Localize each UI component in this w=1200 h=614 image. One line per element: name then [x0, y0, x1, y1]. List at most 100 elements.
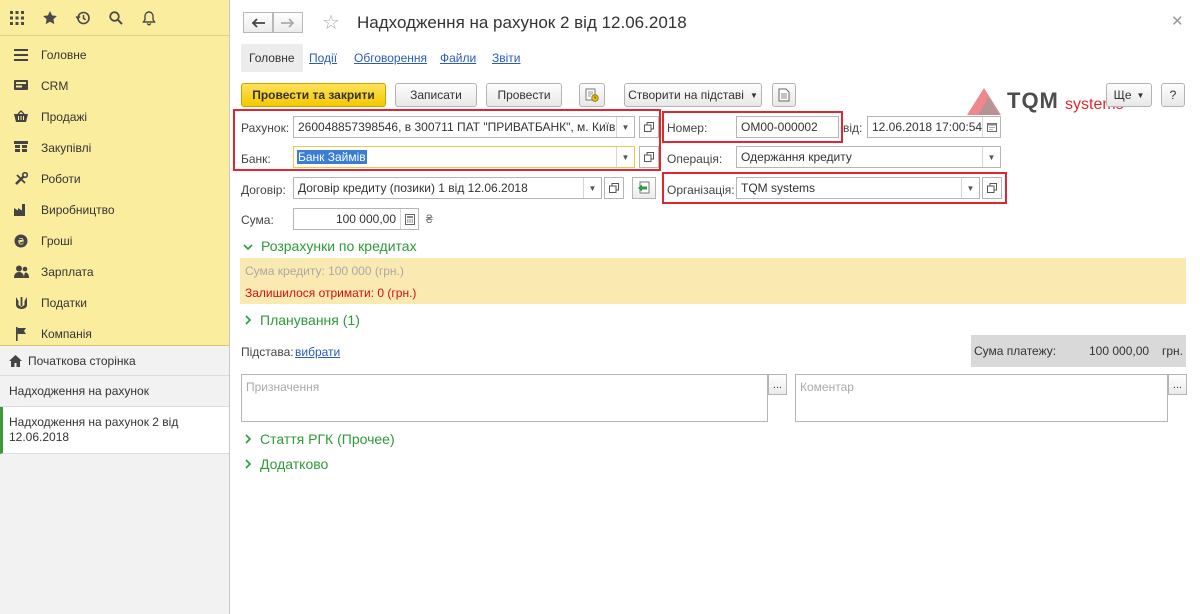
sidebar-item-crm[interactable]: CRM — [0, 70, 229, 101]
account-label: Рахунок: — [241, 121, 290, 135]
contract-field[interactable]: Договір кредиту (позики) 1 від 12.06.201… — [293, 177, 602, 199]
crm-icon — [13, 78, 29, 94]
sidebar-item-works[interactable]: Роботи — [0, 163, 229, 194]
open-window-icon — [644, 122, 654, 132]
chevron-right-icon — [245, 313, 252, 328]
tab-main[interactable]: Головне — [241, 44, 303, 72]
purpose-edit-button[interactable]: ... — [768, 374, 787, 395]
tools-icon — [13, 171, 29, 187]
payment-currency: грн. — [1162, 344, 1184, 358]
flag-icon — [13, 326, 29, 342]
sum-label: Сума: — [241, 213, 274, 227]
dropdown-arrow-icon: ▼ — [1136, 90, 1145, 100]
tab-files[interactable]: Файли — [440, 44, 476, 72]
payment-sum-label: Сума платежу: — [974, 344, 1057, 358]
comment-edit-button[interactable]: ... — [1168, 374, 1187, 395]
sidebar-item-label: Виробництво — [41, 202, 115, 217]
operation-field[interactable]: Одержання кредиту ▼ — [736, 146, 1001, 168]
apps-grid-icon[interactable] — [6, 7, 28, 29]
dropdown-arrow-icon[interactable]: ▼ — [961, 178, 979, 198]
sidebar-item-money[interactable]: ₴ Гроші — [0, 225, 229, 256]
report-preview-button[interactable] — [579, 83, 605, 107]
basket-icon — [13, 109, 29, 125]
sidebar-item-sales[interactable]: Продажі — [0, 101, 229, 132]
comment-textarea[interactable]: Коментар — [795, 374, 1168, 422]
group-title: Стаття РГК (Прочее) — [260, 431, 395, 447]
green-arrow-document-icon — [638, 181, 650, 194]
account-field[interactable]: 260048857398546, в 300711 ПАТ "ПРИВАТБАН… — [293, 116, 635, 138]
purpose-textarea[interactable]: Призначення — [241, 374, 768, 422]
arrow-left-icon — [251, 17, 265, 28]
organization-field[interactable]: TQM systems ▼ — [736, 177, 980, 199]
open-window-icon — [609, 183, 619, 193]
dropdown-arrow-icon[interactable]: ▼ — [583, 178, 601, 198]
open-contract-button[interactable] — [604, 177, 624, 199]
menu-lines-icon — [13, 47, 29, 63]
save-button[interactable]: Записати — [395, 83, 477, 107]
post-button[interactable]: Провести — [486, 83, 562, 107]
group-rgk-article[interactable]: Стаття РГК (Прочее) — [245, 431, 395, 447]
calendar-icon[interactable] — [982, 117, 1000, 137]
sidebar-item-label: Зарплата — [41, 264, 94, 279]
section-panel: Головне CRM Продажі Закупівлі Роботи Вир… — [0, 36, 229, 346]
group-credit-settlements[interactable]: Розрахунки по кредитах — [243, 238, 417, 254]
tab-events[interactable]: Події — [309, 44, 337, 72]
sidebar-item-purchases[interactable]: Закупівлі — [0, 132, 229, 163]
post-and-close-button[interactable]: Провести та закрити — [241, 83, 386, 107]
sidebar-item-main[interactable]: Головне — [0, 39, 229, 70]
search-icon[interactable] — [105, 7, 127, 29]
bell-icon[interactable] — [138, 7, 160, 29]
trident-icon — [13, 295, 29, 311]
back-button[interactable] — [243, 12, 273, 33]
fill-from-contract-button[interactable] — [632, 177, 656, 199]
calculator-icon[interactable] — [400, 209, 418, 229]
open-item-home-page[interactable]: Початкова сторінка — [0, 346, 229, 376]
number-field[interactable]: ОМ00-000002 — [736, 116, 839, 138]
history-icon[interactable] — [72, 7, 94, 29]
close-icon[interactable]: ✕ — [1171, 12, 1184, 30]
dropdown-arrow-icon[interactable]: ▼ — [982, 147, 1000, 167]
group-planning[interactable]: Планування (1) — [245, 312, 360, 328]
open-window-icon — [987, 183, 997, 193]
tab-reports[interactable]: Звіти — [492, 44, 521, 72]
group-additional[interactable]: Додатково — [245, 456, 328, 472]
document-icon — [778, 88, 790, 102]
dropdown-arrow-icon[interactable]: ▼ — [616, 147, 634, 167]
sidebar-item-label: Закупівлі — [41, 140, 92, 155]
sidebar-item-label: Головне — [41, 47, 87, 62]
favorite-star-icon[interactable]: ☆ — [322, 10, 340, 35]
open-item-label: Початкова сторінка — [28, 353, 136, 368]
sidebar: Головне CRM Продажі Закупівлі Роботи Вир… — [0, 0, 230, 614]
cart-icon — [13, 140, 29, 156]
open-bank-button[interactable] — [639, 146, 659, 168]
credit-sum-text: Сума кредиту: 100 000 (грн.) — [245, 264, 404, 278]
group-title: Додатково — [260, 456, 329, 472]
more-menu-button[interactable]: Ще ▼ — [1106, 83, 1152, 107]
sidebar-item-production[interactable]: Виробництво — [0, 194, 229, 225]
print-document-button[interactable] — [772, 83, 796, 107]
sidebar-item-salary[interactable]: Зарплата — [0, 256, 229, 287]
choose-basis-link[interactable]: вибрати — [295, 345, 340, 359]
sidebar-item-taxes[interactable]: Податки — [0, 287, 229, 318]
open-organization-button[interactable] — [982, 177, 1002, 199]
payment-sum-value: 100 000,00 — [1089, 344, 1150, 358]
dropdown-arrow-icon[interactable]: ▼ — [616, 117, 634, 137]
bank-label: Банк: — [241, 152, 271, 166]
help-button[interactable]: ? — [1161, 83, 1185, 107]
sum-field[interactable]: 100 000,00 — [293, 208, 419, 230]
tab-discussions[interactable]: Обговорення — [354, 44, 427, 72]
sidebar-item-label: Податки — [41, 295, 87, 310]
forward-button[interactable] — [273, 12, 303, 33]
organization-label: Організація: — [667, 183, 735, 197]
favorites-star-icon[interactable] — [39, 7, 61, 29]
group-title: Розрахунки по кредитах — [261, 238, 417, 254]
create-based-on-button[interactable]: Створити на підставі ▼ — [624, 83, 762, 107]
open-item-receipts-list[interactable]: Надходження на рахунок — [0, 376, 229, 407]
bank-field[interactable]: Банк Займів ▼ — [293, 146, 635, 168]
sidebar-item-company[interactable]: Компанія — [0, 318, 229, 349]
open-item-current-document[interactable]: Надходження на рахунок 2 від 12.06.2018 — [0, 407, 229, 454]
open-account-button[interactable] — [639, 116, 659, 138]
date-field[interactable]: 12.06.2018 17:00:54 — [867, 116, 1001, 138]
chevron-down-icon — [243, 239, 253, 254]
sidebar-item-label: Компанія — [41, 326, 92, 341]
